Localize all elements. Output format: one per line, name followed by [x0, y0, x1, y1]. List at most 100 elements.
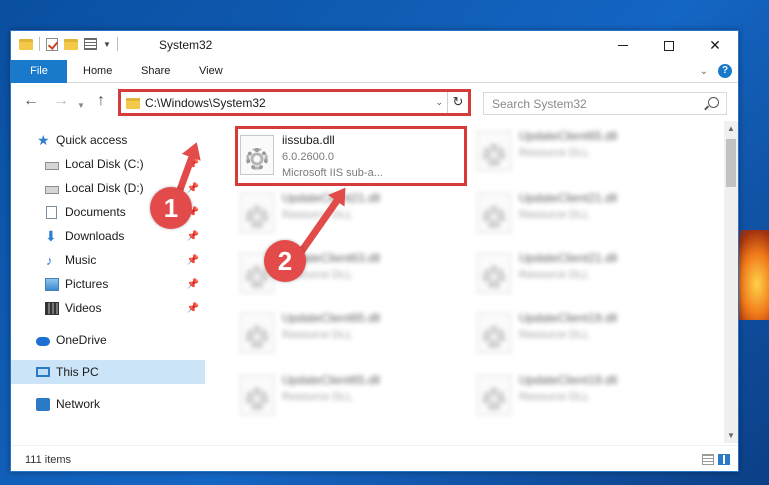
file-type: Resource DLL: [519, 147, 590, 159]
file-name: UpdateClient65.dll: [282, 311, 381, 325]
pin-icon[interactable]: 📌: [187, 231, 199, 242]
file-tile[interactable]: UpdateClient65.dll Resource DLL: [469, 123, 689, 181]
download-icon: ⬇: [45, 227, 57, 244]
pin-icon[interactable]: 📌: [187, 255, 199, 266]
gear-icon: [246, 206, 268, 228]
pin-icon[interactable]: 📌: [187, 303, 199, 314]
sidebar-item-label: Local Disk (C:): [65, 157, 144, 171]
sidebar-item-quick-access[interactable]: ★ Quick access: [11, 128, 205, 152]
scroll-up-arrow-icon[interactable]: ▲: [727, 124, 735, 133]
file-tile[interactable]: UpdateClient65.dll Resource DLL: [232, 367, 452, 425]
tab-file[interactable]: File: [11, 60, 67, 83]
large-icons-view-icon[interactable]: [718, 454, 730, 465]
sidebar-item-onedrive[interactable]: OneDrive: [11, 328, 205, 352]
new-folder-icon[interactable]: [64, 38, 78, 50]
navigation-bar: ← → ▼ ↑ C:\Windows\System32 ⌄ ↻: [11, 85, 738, 119]
file-type: Resource DLL: [282, 209, 353, 221]
sidebar-item-label: Local Disk (D:): [65, 181, 144, 195]
dll-file-icon: [477, 193, 511, 233]
minimize-icon: [618, 45, 628, 46]
sidebar-item-pictures[interactable]: Pictures 📌: [11, 272, 205, 296]
vertical-scrollbar[interactable]: ▲ ▼: [724, 121, 738, 443]
scroll-down-arrow-icon[interactable]: ▼: [727, 431, 735, 440]
file-type: Resource DLL: [519, 391, 590, 403]
address-path[interactable]: C:\Windows\System32: [145, 96, 266, 110]
drive-icon: [45, 161, 59, 170]
gear-icon: [246, 326, 268, 348]
search-icon[interactable]: [708, 97, 719, 108]
item-count: 111 items: [25, 454, 72, 466]
file-name: UpdateClient21.dll: [519, 251, 618, 265]
pin-icon[interactable]: 📌: [187, 183, 199, 194]
sidebar-item-label: OneDrive: [56, 333, 107, 347]
callout-badge-2: 2: [264, 240, 306, 282]
search-input[interactable]: [492, 96, 692, 112]
refresh-icon[interactable]: ↻: [447, 92, 468, 113]
sidebar-item-videos[interactable]: Videos 📌: [11, 296, 205, 320]
dll-file-icon: [240, 193, 274, 233]
tab-share[interactable]: Share: [127, 60, 184, 83]
file-tile[interactable]: UpdateClient19.dll Resource DLL: [469, 367, 689, 425]
close-button[interactable]: ✕: [692, 31, 738, 60]
tab-home[interactable]: Home: [69, 60, 126, 83]
file-type: Resource DLL: [519, 269, 590, 281]
sidebar-item-label: This PC: [56, 365, 99, 379]
expand-ribbon-chevron-icon[interactable]: ⌄: [700, 66, 708, 77]
pictures-icon: [45, 277, 59, 291]
window-title: System32: [159, 38, 213, 52]
sidebar-item-label: Network: [56, 397, 101, 411]
videos-icon: [45, 301, 59, 315]
file-tile[interactable]: UpdateClient19.dll Resource DLL: [469, 305, 689, 363]
forward-arrow-icon[interactable]: →: [53, 93, 69, 109]
sidebar-item-network[interactable]: Network: [11, 392, 205, 416]
title-bar: ▼ System32 ✕: [11, 31, 738, 60]
help-icon[interactable]: ?: [718, 64, 732, 78]
sidebar-item-label: Music: [65, 253, 97, 267]
callout-badge-1: 1: [150, 187, 192, 229]
search-box[interactable]: [483, 92, 727, 115]
file-explorer-window: ▼ System32 ✕ File Home Share View ⌄ ? ← …: [10, 30, 739, 472]
qat-dropdown-chevron-icon[interactable]: ▼: [103, 40, 111, 49]
sidebar-item-label: Videos: [65, 301, 102, 315]
gear-icon: [483, 326, 505, 348]
up-arrow-icon[interactable]: ↑: [97, 93, 105, 109]
file-type: Resource DLL: [519, 329, 590, 341]
view-toggle: [702, 454, 730, 465]
ribbon-tabs: File Home Share View ⌄ ?: [11, 60, 738, 83]
sidebar-item-label: Downloads: [65, 229, 125, 243]
pin-icon[interactable]: 📌: [187, 279, 199, 290]
music-icon: ♪: [46, 252, 53, 268]
maximize-icon: [664, 40, 674, 51]
sidebar-item-local-disk-c[interactable]: Local Disk (C:) 📌: [11, 152, 205, 176]
gear-icon: [246, 388, 268, 410]
minimize-button[interactable]: [600, 31, 646, 60]
sidebar-item-this-pc[interactable]: This PC: [11, 360, 205, 384]
gear-icon: [483, 388, 505, 410]
recent-locations-chevron-icon[interactable]: ▼: [77, 98, 85, 114]
divider: [39, 37, 40, 51]
address-dropdown-chevron-icon[interactable]: ⌄: [435, 97, 443, 108]
dll-file-icon: [240, 313, 274, 353]
gear-icon: [483, 144, 505, 166]
file-type: Resource DLL: [282, 329, 353, 341]
sidebar-item-music[interactable]: ♪ Music 📌: [11, 248, 205, 272]
sidebar-item-label: Quick access: [56, 133, 128, 147]
folder-icon: [19, 38, 33, 50]
divider: [116, 37, 118, 51]
customize-icon[interactable]: [84, 38, 97, 50]
file-tile[interactable]: UpdateClient21.dll Resource DLL: [469, 185, 689, 243]
maximize-button[interactable]: [646, 31, 692, 60]
status-bar: 111 items: [11, 445, 738, 471]
properties-check-icon[interactable]: [46, 37, 58, 51]
file-type: Resource DLL: [519, 209, 590, 221]
tab-view[interactable]: View: [185, 60, 237, 83]
document-icon: [46, 205, 57, 219]
gear-icon: [483, 266, 505, 288]
details-view-icon[interactable]: [702, 454, 714, 465]
scrollbar-thumb[interactable]: [726, 139, 736, 187]
file-tile[interactable]: UpdateClient21.dll Resource DLL: [469, 245, 689, 303]
quick-access-toolbar: ▼: [19, 37, 118, 51]
back-arrow-icon[interactable]: ←: [23, 93, 39, 109]
address-bar[interactable]: C:\Windows\System32 ⌄ ↻: [118, 89, 471, 116]
file-tile[interactable]: UpdateClient65.dll Resource DLL: [232, 305, 452, 363]
